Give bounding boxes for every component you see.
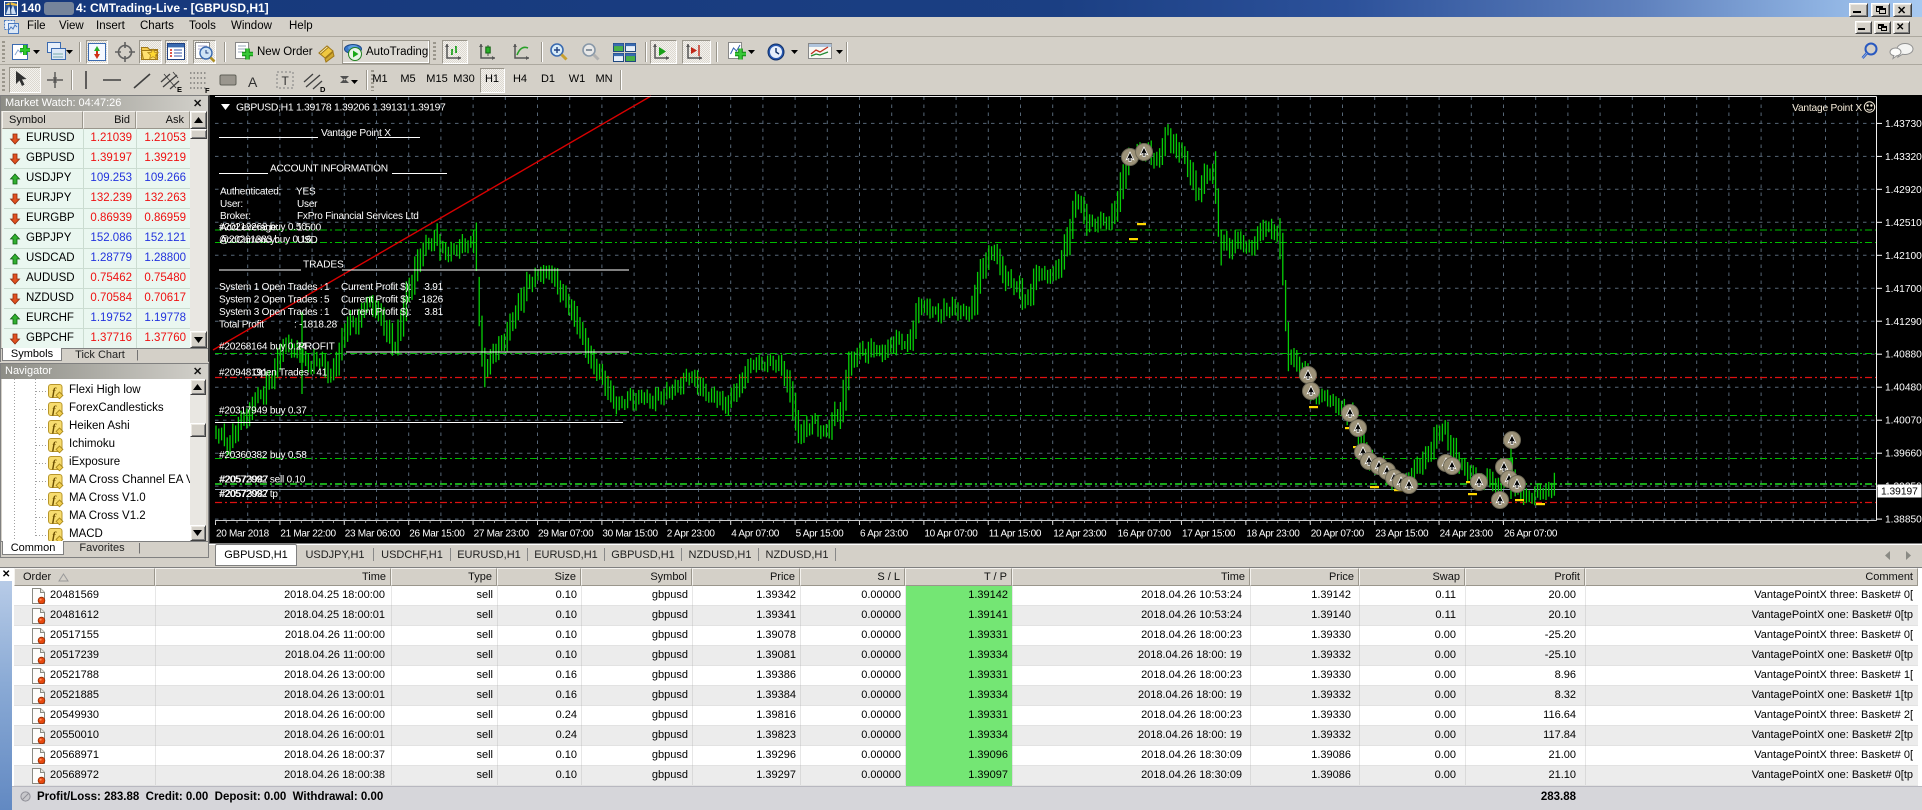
- svg-text:26 Apr 07:00: 26 Apr 07:00: [1504, 529, 1558, 540]
- svg-text:TRADES: TRADES: [303, 260, 344, 271]
- svg-text:2 Apr 23:00: 2 Apr 23:00: [667, 529, 716, 540]
- svg-text:Vantage Point X: Vantage Point X: [321, 128, 391, 139]
- svg-text:Current Profit $):: Current Profit $):: [341, 282, 411, 293]
- svg-text:YES: YES: [296, 187, 316, 198]
- svg-text:1.40070: 1.40070: [1885, 416, 1922, 427]
- svg-text:Broker:: Broker:: [220, 211, 251, 222]
- svg-text:3.91: 3.91: [424, 282, 443, 293]
- svg-text:PROFIT: PROFIT: [298, 342, 335, 353]
- svg-text:D: D: [320, 85, 326, 94]
- svg-text:1.38850: 1.38850: [1885, 515, 1922, 526]
- svg-text:18 Apr 23:00: 18 Apr 23:00: [1246, 529, 1300, 540]
- svg-text:Current Profit $):: Current Profit $):: [341, 295, 411, 306]
- svg-text:#20317949 buy 0.37: #20317949 buy 0.37: [219, 406, 307, 417]
- svg-text:1.40880: 1.40880: [1885, 350, 1922, 361]
- svg-text:1.43730: 1.43730: [1885, 119, 1922, 130]
- svg-text:1.39197: 1.39197: [1881, 487, 1918, 498]
- svg-text:E: E: [177, 85, 182, 94]
- svg-text:#20212268 buy 0.50: #20212268 buy 0.50: [219, 222, 307, 233]
- svg-text:1.41290: 1.41290: [1885, 317, 1922, 328]
- svg-text:@20261383 buy 0.16: @20261383 buy 0.16: [219, 235, 312, 246]
- svg-text:Current Profit $):: Current Profit $):: [341, 307, 411, 318]
- svg-text:Authenticated:: Authenticated:: [220, 187, 281, 198]
- svg-text:1: 1: [324, 307, 330, 318]
- svg-text:23 Mar 06:00: 23 Mar 06:00: [345, 529, 401, 540]
- svg-text:29 Mar 07:00: 29 Mar 07:00: [538, 529, 594, 540]
- svg-text:#20573987: #20573987: [220, 475, 269, 486]
- svg-text:4 Apr 07:00: 4 Apr 07:00: [731, 529, 780, 540]
- svg-text:20 Mar 2018: 20 Mar 2018: [216, 529, 270, 540]
- svg-text:A: A: [248, 74, 258, 90]
- svg-text:GBPUSD,H1 1.39178 1.39206 1.3: GBPUSD,H1 1.39178 1.39206 1.39131 1.3919…: [236, 103, 446, 114]
- svg-text:1.41700: 1.41700: [1885, 284, 1922, 295]
- svg-text:ACCOUNT INFORMATION: ACCOUNT INFORMATION: [270, 164, 388, 175]
- svg-text:System 1 Open Trades :: System 1 Open Trades :: [219, 282, 322, 293]
- svg-text:User:: User:: [220, 199, 243, 210]
- svg-text:System 2 Open Trades :: System 2 Open Trades :: [219, 295, 322, 306]
- svg-text:26 Mar 15:00: 26 Mar 15:00: [409, 529, 465, 540]
- svg-text:#20268164 buy 0.24: #20268164 buy 0.24: [219, 342, 307, 353]
- svg-text:21 Mar 22:00: 21 Mar 22:00: [280, 529, 336, 540]
- svg-text:27 Mar 23:00: 27 Mar 23:00: [474, 529, 530, 540]
- svg-text:30 Mar 15:00: 30 Mar 15:00: [602, 529, 658, 540]
- svg-text:1.42920: 1.42920: [1885, 185, 1922, 196]
- svg-text:Open Trades : 41: Open Trades : 41: [253, 368, 328, 379]
- svg-text:1: 1: [324, 282, 330, 293]
- svg-text:3.81: 3.81: [424, 307, 443, 318]
- svg-text:1.42510: 1.42510: [1885, 218, 1922, 229]
- svg-text:6 Apr 23:00: 6 Apr 23:00: [860, 529, 909, 540]
- svg-text:20 Apr 07:00: 20 Apr 07:00: [1311, 529, 1365, 540]
- svg-text:User: User: [297, 199, 318, 210]
- svg-text:5: 5: [324, 295, 330, 306]
- svg-text:T: T: [282, 74, 290, 88]
- svg-text:FxPro Financial Services Ltd: FxPro Financial Services Ltd: [297, 211, 419, 222]
- svg-text:Vantage Point X: Vantage Point X: [1792, 103, 1862, 114]
- svg-text:F: F: [205, 86, 210, 95]
- svg-text:24 Apr 23:00: 24 Apr 23:00: [1440, 529, 1494, 540]
- svg-text:Total Profit: Total Profit: [219, 320, 264, 331]
- svg-text:#20573987: #20573987: [220, 489, 269, 500]
- svg-text:16 Apr 07:00: 16 Apr 07:00: [1118, 529, 1172, 540]
- svg-text:23 Apr 15:00: 23 Apr 15:00: [1375, 529, 1429, 540]
- svg-text:#20360382 buy 0.58: #20360382 buy 0.58: [219, 450, 307, 461]
- svg-text:: -1818.28: : -1818.28: [294, 320, 338, 331]
- svg-text:1.39660: 1.39660: [1885, 449, 1922, 460]
- svg-text:10 Apr 07:00: 10 Apr 07:00: [924, 529, 978, 540]
- svg-text:1.42100: 1.42100: [1885, 251, 1922, 262]
- svg-text:17 Apr 15:00: 17 Apr 15:00: [1182, 529, 1236, 540]
- svg-text:5 Apr 15:00: 5 Apr 15:00: [796, 529, 845, 540]
- svg-text:System 3 Open Trades :: System 3 Open Trades :: [219, 307, 322, 318]
- svg-text:-1826: -1826: [418, 295, 443, 306]
- svg-text:11 Apr 15:00: 11 Apr 15:00: [989, 529, 1042, 540]
- svg-text:1.43320: 1.43320: [1885, 152, 1922, 163]
- svg-text:12 Apr 23:00: 12 Apr 23:00: [1053, 529, 1107, 540]
- svg-text:1.40480: 1.40480: [1885, 383, 1922, 394]
